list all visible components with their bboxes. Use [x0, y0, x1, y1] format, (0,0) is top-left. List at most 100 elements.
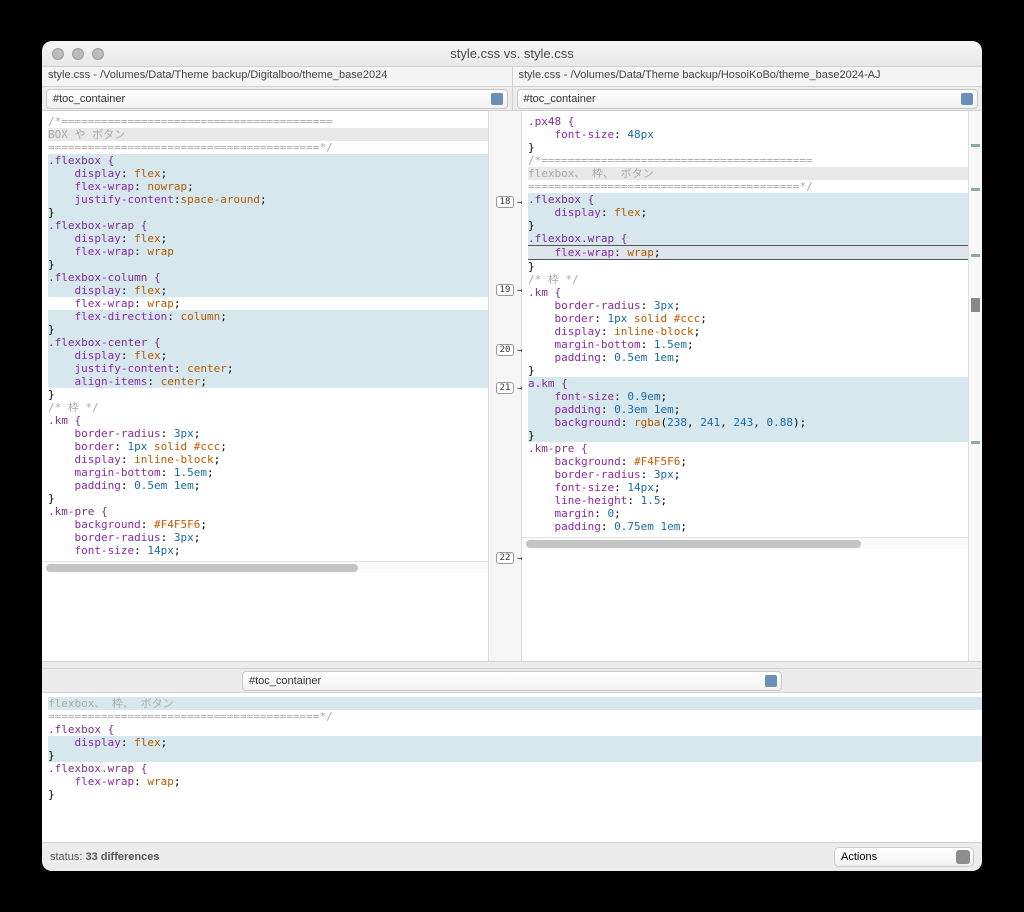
code-line: font-size: 0.9em; [528, 390, 968, 403]
code-line: font-size: 14px; [48, 544, 488, 557]
right-hscroll[interactable] [522, 537, 968, 549]
code-line: .flexbox { [48, 154, 114, 167]
code-line: } [528, 364, 968, 377]
code-line: /* 枠 */ [48, 401, 488, 414]
code-line: flex-wrap: wrap [48, 245, 488, 258]
code-line: .km-pre { [48, 505, 108, 518]
code-line: .flexbox-wrap { [48, 219, 147, 232]
code-line: .px48 { [528, 115, 574, 128]
code-line: margin-bottom: 1.5em; [528, 338, 968, 351]
code-line: padding: 0.75em 1em; [528, 520, 968, 533]
titlebar[interactable]: style.css vs. style.css [42, 41, 982, 67]
code-line: justify-content:space-around; [48, 193, 488, 206]
code-line: /*======================================… [528, 154, 968, 167]
code-line: .km { [48, 414, 81, 427]
window-title: style.css vs. style.css [42, 46, 982, 61]
code-line: align-items: center; [48, 375, 488, 388]
left-symbol-dropdown[interactable]: #toc_container [46, 89, 508, 109]
diff-gutter: 18→ 19→ 20→ 21→ 22→ [488, 111, 522, 661]
status-count: 33 differences [85, 851, 159, 863]
code-line: line-height: 1.5; [528, 494, 968, 507]
code-line: ========================================… [48, 141, 488, 154]
code-line: .km { [528, 286, 561, 299]
code-line: } [48, 388, 488, 401]
code-line: border-radius: 3px; [48, 531, 488, 544]
code-line: margin-bottom: 1.5em; [48, 466, 488, 479]
code-line: .flexbox.wrap { [528, 232, 627, 245]
code-line: ========================================… [528, 180, 968, 193]
code-line: } [48, 492, 488, 505]
code-line: display: inline-block; [48, 453, 488, 466]
code-line: .km-pre { [528, 442, 588, 455]
code-line: margin: 0; [528, 507, 968, 520]
diff-marker[interactable]: 20 [496, 344, 515, 356]
actions-dropdown[interactable]: Actions [834, 847, 974, 867]
diff-marker[interactable]: 18 [496, 196, 515, 208]
diff-window: style.css vs. style.css style.css - /Vol… [42, 41, 982, 871]
code-line: } [48, 788, 982, 801]
overview-strip[interactable] [968, 111, 982, 661]
code-line: } [528, 260, 968, 273]
code-line: flex-wrap: wrap; [528, 245, 968, 260]
right-pane[interactable]: .px48 { font-size: 48px } /*============… [522, 111, 968, 661]
code-line: border-radius: 3px; [528, 468, 968, 481]
code-line: } [48, 323, 488, 336]
code-line: } [48, 206, 488, 219]
code-line: .flexbox { [528, 193, 594, 206]
diff-marker[interactable]: 22 [496, 552, 515, 564]
left-hscroll[interactable] [42, 561, 488, 573]
code-line: border: 1px solid #ccc; [528, 312, 968, 325]
right-file-path: style.css - /Volumes/Data/Theme backup/H… [513, 67, 983, 86]
code-line: a.km { [528, 377, 568, 390]
code-line: } [48, 258, 488, 271]
code-line: .flexbox-center { [48, 336, 161, 349]
diff-marker[interactable]: 19 [496, 284, 515, 296]
code-line: display: flex; [48, 284, 488, 297]
merge-dropdown-row: #toc_container [42, 669, 982, 693]
code-line: .flexbox.wrap { [48, 762, 147, 775]
code-line: display: flex; [48, 232, 488, 245]
code-line: flexbox、 枠、 ボタン [48, 697, 982, 710]
code-line: background: rgba(238, 241, 243, 0.88); [528, 416, 968, 429]
code-line: padding: 0.5em 1em; [48, 479, 488, 492]
merge-symbol-dropdown[interactable]: #toc_container [242, 671, 782, 691]
code-line: } [528, 141, 968, 154]
code-line: display: flex; [48, 349, 488, 362]
code-line: border: 1px solid #ccc; [48, 440, 488, 453]
code-line: display: flex; [48, 736, 982, 749]
code-line: border-radius: 3px; [528, 299, 968, 312]
code-line: flex-wrap: nowrap; [48, 180, 488, 193]
code-line: display: inline-block; [528, 325, 968, 338]
code-line: justify-content: center; [48, 362, 488, 375]
code-line: .flexbox-column { [48, 271, 161, 284]
code-line: border-radius: 3px; [48, 427, 488, 440]
status-label: status: [50, 851, 82, 863]
code-line: padding: 0.3em 1em; [528, 403, 968, 416]
code-line: flex-wrap: wrap; [48, 775, 982, 788]
status-text: status: 33 differences [50, 851, 159, 863]
merge-pane[interactable]: flexbox、 枠、 ボタン ========================… [42, 693, 982, 843]
right-symbol-dropdown[interactable]: #toc_container [517, 89, 979, 109]
code-line: flex-direction: column; [48, 310, 488, 323]
code-line: flex-wrap: wrap; [48, 297, 488, 310]
diff-marker[interactable]: 21 [496, 382, 515, 394]
code-line: } [528, 429, 968, 442]
code-line: flexbox、 枠、 ボタン [528, 167, 968, 180]
code-line: font-size: 14px; [528, 481, 968, 494]
code-line: } [528, 219, 968, 232]
code-line: } [48, 749, 982, 762]
left-file-path: style.css - /Volumes/Data/Theme backup/D… [42, 67, 513, 86]
status-bar: status: 33 differences Actions [42, 843, 982, 871]
code-line: /* 枠 */ [528, 273, 968, 286]
code-line: padding: 0.5em 1em; [528, 351, 968, 364]
left-pane[interactable]: /*======================================… [42, 111, 488, 661]
code-line: display: flex; [48, 167, 488, 180]
file-paths: style.css - /Volumes/Data/Theme backup/D… [42, 67, 982, 87]
code-line: background: #F4F5F6; [48, 518, 488, 531]
code-line: font-size: 48px [528, 128, 968, 141]
code-line: /*======================================… [48, 115, 488, 128]
code-line: background: #F4F5F6; [528, 455, 968, 468]
code-line: display: flex; [528, 206, 968, 219]
symbol-dropdowns: #toc_container #toc_container [42, 87, 982, 111]
code-line: BOX や ボタン [48, 128, 488, 141]
